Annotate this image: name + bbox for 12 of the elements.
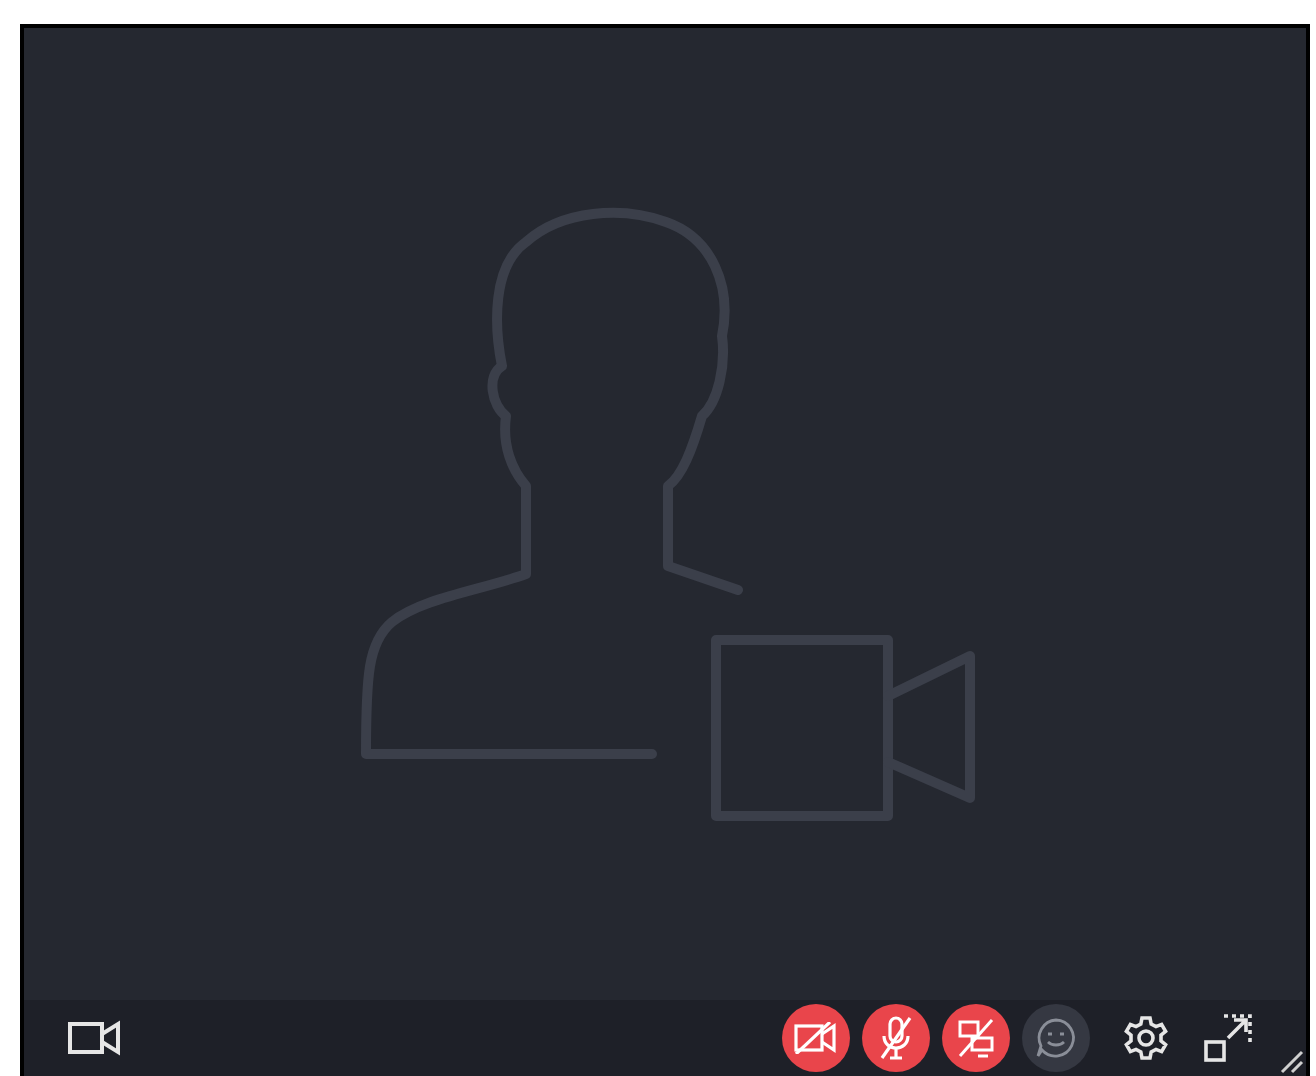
chat-button[interactable] — [1022, 1004, 1090, 1072]
camera-off-icon — [794, 1022, 838, 1054]
camera-icon[interactable] — [68, 1020, 120, 1056]
settings-icon[interactable] — [1122, 1014, 1170, 1062]
microphone-off-icon — [880, 1016, 912, 1060]
screen-share-button[interactable] — [942, 1004, 1010, 1072]
microphone-toggle-button[interactable] — [862, 1004, 930, 1072]
camera-toggle-button[interactable] — [782, 1004, 850, 1072]
expand-icon[interactable] — [1202, 1012, 1254, 1064]
resize-grip-icon[interactable] — [1280, 1050, 1304, 1074]
screen-share-off-icon — [956, 1018, 996, 1058]
smiley-chat-icon — [1034, 1016, 1078, 1060]
